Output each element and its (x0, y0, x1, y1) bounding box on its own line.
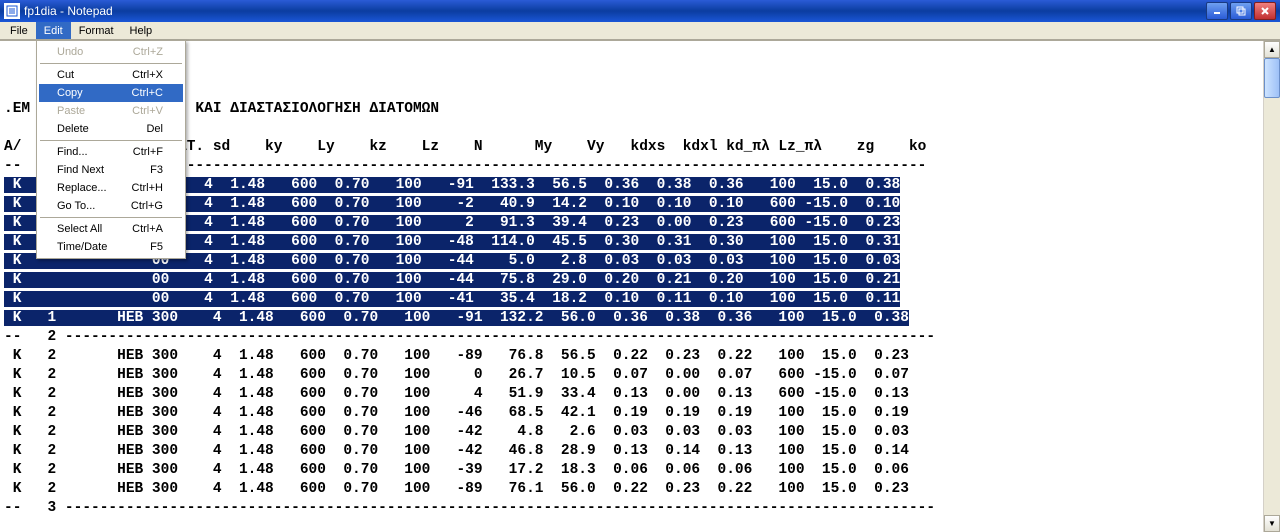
window-title: fp1dia - Notepad (24, 4, 1206, 18)
menu-item-find-next[interactable]: Find Next F3 (39, 161, 183, 179)
menu-item-select-all[interactable]: Select All Ctrl+A (39, 220, 183, 238)
menu-item-shortcut: Ctrl+G (131, 200, 163, 212)
menu-file[interactable]: File (2, 22, 36, 39)
data-row: K 2 HEB 300 4 1.48 600 0.70 100 -39 17.2… (4, 461, 1276, 480)
menu-separator (40, 140, 182, 141)
text-line (4, 81, 1276, 100)
data-row: K 00 4 1.48 600 0.70 100 -44 75.8 29.0 0… (4, 271, 1276, 290)
menu-item-replace[interactable]: Replace... Ctrl+H (39, 179, 183, 197)
menu-item-label: Cut (57, 69, 74, 81)
data-row: K 00 4 1.48 600 0.70 100 -41 35.4 18.2 0… (4, 290, 1276, 309)
menu-item-shortcut: Ctrl+A (132, 223, 163, 235)
data-row: K 2 HEB 300 4 1.48 600 0.70 100 4 51.9 3… (4, 385, 1276, 404)
data-row: K 2 HEB 300 4 1.48 600 0.70 100 -89 76.1… (4, 480, 1276, 499)
data-row: K 1 HEB 300 4 1.48 600 0.70 100 -91 132.… (4, 309, 1276, 328)
scroll-thumb[interactable] (1264, 58, 1280, 98)
data-row: -- 2 -----------------------------------… (4, 328, 1276, 347)
data-row: K 00 4 1.48 600 0.70 100 -2 40.9 14.2 0.… (4, 195, 1276, 214)
menu-item-label: Time/Date (57, 241, 107, 253)
menu-item-cut[interactable]: Cut Ctrl+X (39, 66, 183, 84)
maximize-button[interactable] (1230, 2, 1252, 20)
data-row: K 00 4 1.48 600 0.70 100 -48 114.0 45.5 … (4, 233, 1276, 252)
menu-item-label: Replace... (57, 182, 107, 194)
menu-bar: File Edit Format Help (0, 22, 1280, 40)
window-buttons (1206, 2, 1276, 20)
text-content[interactable]: .ΕΜ ΚΑΙ ΔΙΑΣΤΑΣΙΟΛΟΓΗΣΗ ΔΙΑΤΟΜΩΝ A/ ΙΑΤ.… (0, 41, 1280, 520)
menu-help[interactable]: Help (122, 22, 161, 39)
menu-item-label: Go To... (57, 200, 95, 212)
data-row: K 00 4 1.48 600 0.70 100 -44 5.0 2.8 0.0… (4, 252, 1276, 271)
menu-item-copy[interactable]: Copy Ctrl+C (39, 84, 183, 102)
menu-item-find[interactable]: Find... Ctrl+F (39, 143, 183, 161)
scroll-down-arrow[interactable]: ▼ (1264, 515, 1280, 532)
menu-item-shortcut: Del (146, 123, 163, 135)
menu-item-time-date[interactable]: Time/Date F5 (39, 238, 183, 256)
menu-item-go-to[interactable]: Go To... Ctrl+G (39, 197, 183, 215)
menu-item-shortcut: Ctrl+X (132, 69, 163, 81)
menu-item-label: Find... (57, 146, 88, 158)
menu-item-shortcut: Ctrl+F (133, 146, 163, 158)
menu-item-shortcut: Ctrl+C (132, 87, 163, 99)
menu-item-shortcut: Ctrl+Z (133, 46, 163, 58)
data-row: K 00 4 1.48 600 0.70 100 -91 133.3 56.5 … (4, 176, 1276, 195)
data-row: K 2 HEB 300 4 1.48 600 0.70 100 -89 76.8… (4, 347, 1276, 366)
menu-item-paste: Paste Ctrl+V (39, 102, 183, 120)
data-row: K 2 HEB 300 4 1.48 600 0.70 100 -46 68.5… (4, 404, 1276, 423)
menu-item-label: Paste (57, 105, 85, 117)
data-row: -- 3 -----------------------------------… (4, 499, 1276, 518)
menu-separator (40, 63, 182, 64)
column-separator: -- -------------------------------------… (4, 157, 1276, 176)
title-bar: fp1dia - Notepad (0, 0, 1280, 22)
menu-item-undo: Undo Ctrl+Z (39, 43, 183, 61)
menu-item-label: Select All (57, 223, 102, 235)
menu-format[interactable]: Format (71, 22, 122, 39)
data-row: K 00 4 1.48 600 0.70 100 2 91.3 39.4 0.2… (4, 214, 1276, 233)
menu-item-shortcut: Ctrl+H (132, 182, 163, 194)
text-heading: .ΕΜ ΚΑΙ ΔΙΑΣΤΑΣΙΟΛΟΓΗΣΗ ΔΙΑΤΟΜΩΝ (4, 100, 1276, 119)
data-row: K 2 HEB 300 4 1.48 600 0.70 100 -42 4.8 … (4, 423, 1276, 442)
scroll-up-arrow[interactable]: ▲ (1264, 41, 1280, 58)
text-line (4, 43, 1276, 62)
text-line (4, 62, 1276, 81)
column-headers: A/ ΙΑΤ. sd ky Ly kz Lz N My Vy kdxs kdxl… (4, 138, 1276, 157)
menu-item-label: Delete (57, 123, 89, 135)
minimize-button[interactable] (1206, 2, 1228, 20)
menu-item-shortcut: Ctrl+V (132, 105, 163, 117)
menu-item-label: Undo (57, 46, 83, 58)
app-icon (4, 3, 20, 19)
data-row: K 2 HEB 300 4 1.48 600 0.70 100 0 26.7 1… (4, 366, 1276, 385)
menu-item-delete[interactable]: Delete Del (39, 120, 183, 138)
menu-edit[interactable]: Edit (36, 22, 71, 39)
menu-separator (40, 217, 182, 218)
menu-item-shortcut: F5 (150, 241, 163, 253)
edit-dropdown: Undo Ctrl+Z Cut Ctrl+X Copy Ctrl+C Paste Ctrl+V… (36, 40, 186, 259)
text-area-wrap: .ΕΜ ΚΑΙ ΔΙΑΣΤΑΣΙΟΛΟΓΗΣΗ ΔΙΑΤΟΜΩΝ A/ ΙΑΤ.… (0, 40, 1280, 532)
vertical-scrollbar[interactable]: ▲ ▼ (1263, 41, 1280, 532)
menu-item-label: Copy (57, 87, 83, 99)
text-line (4, 119, 1276, 138)
menu-item-shortcut: F3 (150, 164, 163, 176)
close-button[interactable] (1254, 2, 1276, 20)
menu-item-label: Find Next (57, 164, 104, 176)
data-row: K 2 HEB 300 4 1.48 600 0.70 100 -42 46.8… (4, 442, 1276, 461)
